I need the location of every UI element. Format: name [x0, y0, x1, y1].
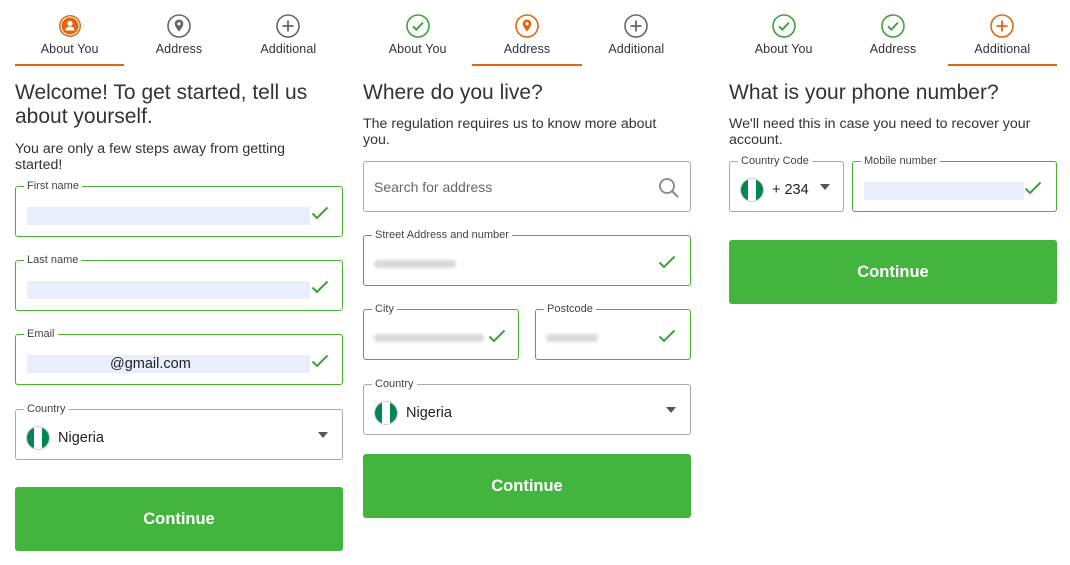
check-icon — [311, 354, 329, 368]
country-label: Country — [24, 402, 69, 416]
page-title: Welcome! To get started, tell us about y… — [15, 81, 308, 128]
check-circle-icon — [406, 14, 430, 38]
page-subtitle: You are only a few steps away from getti… — [15, 141, 285, 173]
street-address-label: Street Address and number — [372, 228, 512, 242]
step-address-label: Address — [869, 42, 917, 56]
email-value: @gmail.com — [110, 356, 191, 372]
step-about-you-label: About You — [388, 42, 447, 56]
continue-button[interactable]: Continue — [729, 240, 1057, 304]
continue-button[interactable]: Continue — [363, 454, 691, 518]
last-name-label: Last name — [24, 253, 82, 267]
chevron-down-icon — [666, 407, 676, 413]
first-name-label: First name — [24, 179, 82, 193]
check-icon — [658, 329, 676, 343]
street-address-field[interactable]: Street Address and number — [363, 228, 691, 286]
page-subtitle: The regulation requires us to know more … — [363, 116, 657, 148]
step-additional[interactable]: Additional — [947, 14, 1058, 66]
step-about-you[interactable]: About You — [363, 14, 472, 66]
step-about-you[interactable]: About You — [15, 14, 125, 66]
step-additional[interactable]: Additional — [234, 14, 343, 66]
step-about-you-label: About You — [754, 42, 813, 56]
step-address[interactable]: Address — [838, 14, 947, 66]
step-additional-label: Additional — [974, 42, 1031, 56]
address-screen: About You Address Additional Where do yo… — [363, 0, 691, 565]
check-icon — [311, 280, 329, 294]
about-you-screen: About You Address Additional Welcome! To… — [15, 0, 343, 565]
step-additional[interactable]: Additional — [582, 14, 691, 66]
chevron-down-icon — [318, 432, 328, 438]
page-title: What is your phone number? — [729, 81, 999, 104]
street-address-value — [374, 260, 456, 268]
step-address-label: Address — [155, 42, 203, 56]
nigeria-flag-icon — [26, 426, 50, 450]
check-icon — [311, 206, 329, 220]
country-code-select[interactable]: Country Code + 234 — [729, 154, 844, 212]
page-subtitle: We'll need this in case you need to reco… — [729, 116, 1031, 148]
step-address-label: Address — [503, 42, 551, 56]
page-title: Where do you live? — [363, 81, 543, 104]
country-value: Nigeria — [406, 405, 452, 421]
nigeria-flag-icon — [374, 401, 398, 425]
plus-icon — [276, 14, 300, 38]
progress-stepper: About You Address Additional — [363, 14, 691, 66]
email-field[interactable]: Email @gmail.com — [15, 327, 343, 385]
progress-stepper: About You Address Additional — [15, 14, 343, 66]
plus-icon — [990, 14, 1014, 38]
country-code-label: Country Code — [738, 154, 812, 168]
country-code-value: + 234 — [772, 182, 809, 198]
country-label: Country — [372, 377, 417, 391]
check-icon — [488, 329, 506, 343]
check-circle-icon — [881, 14, 905, 38]
check-circle-icon — [772, 14, 796, 38]
step-about-you[interactable]: About You — [729, 14, 838, 66]
step-address[interactable]: Address — [472, 14, 582, 66]
last-name-field[interactable]: Last name — [15, 253, 343, 311]
additional-screen: About You Address Additional What is you… — [729, 0, 1058, 565]
step-additional-label: Additional — [260, 42, 317, 56]
country-select[interactable]: Country Nigeria — [363, 377, 691, 435]
first-name-field[interactable]: First name — [15, 179, 343, 237]
mobile-number-value — [864, 182, 1024, 200]
search-icon — [658, 177, 680, 199]
location-pin-icon — [515, 14, 539, 38]
step-additional-label: Additional — [608, 42, 665, 56]
city-value — [374, 334, 484, 342]
country-value: Nigeria — [58, 430, 104, 446]
postcode-value — [546, 334, 598, 342]
country-select[interactable]: Country Nigeria — [15, 402, 343, 460]
email-label: Email — [24, 327, 58, 341]
mobile-number-field[interactable]: Mobile number — [852, 154, 1057, 212]
check-icon — [1024, 181, 1042, 195]
continue-button[interactable]: Continue — [15, 487, 343, 551]
postcode-field[interactable]: Postcode — [535, 302, 691, 360]
nigeria-flag-icon — [740, 178, 764, 202]
city-label: City — [372, 302, 397, 316]
location-pin-icon — [167, 14, 191, 38]
address-search-placeholder: Search for address — [374, 179, 493, 195]
last-name-value — [27, 281, 310, 299]
plus-icon — [624, 14, 648, 38]
chevron-down-icon — [820, 184, 830, 190]
person-icon — [58, 14, 82, 38]
progress-stepper: About You Address Additional — [729, 14, 1058, 66]
city-field[interactable]: City — [363, 302, 519, 360]
first-name-value — [27, 207, 310, 225]
address-search-field[interactable]: Search for address — [363, 161, 691, 212]
mobile-number-label: Mobile number — [861, 154, 940, 168]
check-icon — [658, 255, 676, 269]
step-about-you-label: About You — [40, 42, 99, 56]
step-address[interactable]: Address — [124, 14, 233, 66]
postcode-label: Postcode — [544, 302, 596, 316]
